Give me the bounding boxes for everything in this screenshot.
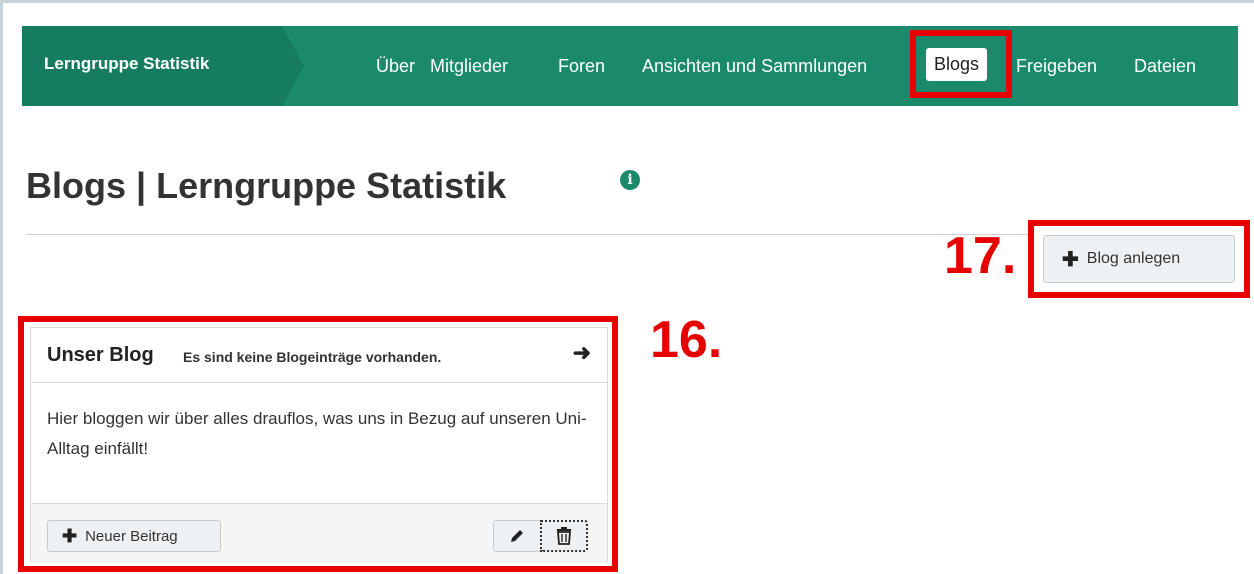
window-frame-top <box>0 0 1254 3</box>
window-frame-left <box>0 0 3 574</box>
create-blog-label: Blog anlegen <box>1086 250 1181 267</box>
plus-icon: ✚ <box>1062 248 1079 271</box>
nav-item-freigeben[interactable]: Freigeben <box>1016 56 1097 77</box>
blog-card-highlight <box>18 316 618 572</box>
group-nav-bar: Lerngruppe Statistik Über Mitglieder For… <box>22 26 1238 106</box>
blogs-tab-highlight <box>910 30 1012 98</box>
title-divider <box>26 234 1030 235</box>
nav-item-ansichten[interactable]: Ansichten und Sammlungen <box>642 56 867 77</box>
nav-item-foren[interactable]: Foren <box>558 56 605 77</box>
nav-item-dateien[interactable]: Dateien <box>1134 56 1196 77</box>
nav-item-ueber[interactable]: Über <box>376 56 415 77</box>
callout-blog-card: 16. <box>650 311 723 369</box>
group-name[interactable]: Lerngruppe Statistik <box>44 54 209 74</box>
page-title: Blogs | Lerngruppe Statistik <box>26 165 507 206</box>
group-name-tab-arrow <box>282 26 304 106</box>
nav-item-mitglieder[interactable]: Mitglieder <box>430 56 508 77</box>
create-blog-button[interactable]: ✚ Blog anlegen <box>1043 235 1235 283</box>
callout-create-blog: 17. <box>944 227 1017 285</box>
info-icon[interactable]: i <box>620 170 640 190</box>
